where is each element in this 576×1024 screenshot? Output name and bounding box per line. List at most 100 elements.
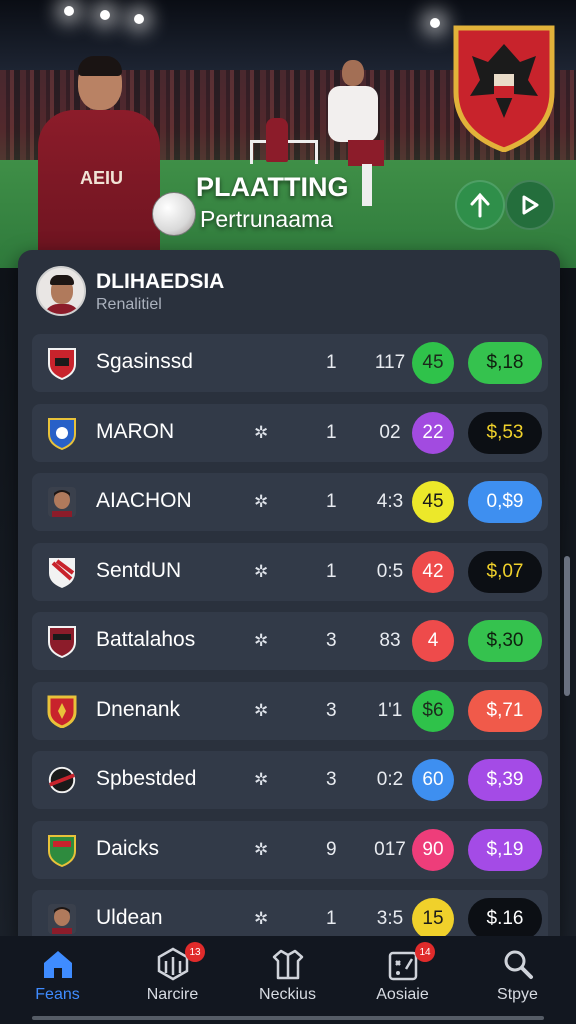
played-count: 1 [326,560,337,582]
home-indicator [32,1016,544,1020]
rating-circle: 15 [412,898,454,940]
team-name: Battalahos [96,628,196,651]
price-button[interactable]: $,18 [468,342,542,384]
floodlight [100,10,110,20]
player-face-icon [46,902,78,936]
panel-subtitle: Renalitiel [96,296,162,313]
star-marker: ✲ [254,561,269,581]
table-row[interactable]: AIACHON ✲ 1 4:3 45 0,$9 [32,473,548,531]
price-button[interactable]: $,39 [468,759,542,801]
rating-circle: 45 [412,481,454,523]
star-marker: ✲ [254,631,269,650]
nav-label: Aosiaie [376,986,429,1003]
table-row[interactable]: Sgasinssd 1 117 45 $,18 [32,334,548,392]
floodlight [64,6,74,16]
star-marker: ✲ [254,839,269,859]
star-marker: ✲ [254,700,269,720]
player-face-icon [46,485,78,519]
shield-white-icon [46,555,78,589]
floodlight [430,18,440,28]
featured-player: AEIU [32,56,162,260]
table-row[interactable]: Spbestded ✲ 3 0:2 60 $,39 [32,751,548,809]
nav-item-narcire[interactable]: 13 Narcire [115,936,230,1024]
rating-circle: 22 [412,411,454,454]
floodlight [134,14,144,24]
played-count: 1 [326,352,337,373]
football-icon [152,192,196,236]
nav-item-neckius[interactable]: Neckius [230,936,345,1024]
score-value: 017 [374,838,406,860]
played-count: 3 [326,630,337,651]
rating-circle: 4 [412,620,454,662]
star-marker: ✲ [254,909,269,928]
price-button[interactable]: $,71 [468,689,542,732]
nav-item-feans[interactable]: Feans [0,936,115,1024]
price-button[interactable]: 0,$9 [468,481,542,523]
played-count: 1 [326,908,337,929]
club-dark-icon [46,763,78,797]
table-row[interactable]: Dnenank ✲ 3 1'1 $6 $,71 [32,681,548,740]
price-button[interactable]: $,30 [468,620,542,662]
shield-maroon-icon [46,624,78,658]
arrow-up-icon [470,192,490,218]
nav-label: Neckius [259,986,316,1003]
nav-item-aosiaie[interactable]: 14 Aosiaie [345,936,460,1024]
played-count: 1 [326,491,337,512]
score-value: 4:3 [376,491,404,512]
nav-label: Feans [35,986,80,1003]
star-marker: ✲ [254,492,269,511]
rating-circle: 60 [412,759,454,801]
table-row[interactable]: SentdUN ✲ 1 0:5 42 $,07 [32,542,548,601]
price-button[interactable]: $,19 [468,828,542,871]
score-value: 02 [379,421,401,443]
score-value: 1'1 [377,699,403,721]
score-value: 83 [379,630,401,651]
bottom-nav: Feans 13 Narcire Neckius 14 Aosiaie Stpy… [0,936,576,1024]
notification-badge: 14 [415,942,435,962]
shield-gold-icon [46,694,78,728]
played-count: 3 [326,699,337,721]
star-marker: ✲ [254,770,269,789]
home-icon [40,946,76,982]
table-row[interactable]: Daicks ✲ 9 017 90 $,19 [32,820,548,879]
rating-circle: 45 [412,342,454,384]
chevron-right-icon [522,195,539,215]
score-value: 117 [374,352,406,373]
nav-item-stpye[interactable]: Stpye [460,936,575,1024]
score-value: 0:2 [376,769,404,790]
search-icon [500,946,536,982]
team-name: Spbestded [96,767,197,790]
score-value: 0:5 [376,560,404,582]
table-row[interactable]: Battalahos ✲ 3 83 4 $,30 [32,612,548,670]
table-row[interactable]: MARON ✲ 1 02 22 $,53 [32,403,548,462]
notification-badge: 13 [185,942,205,962]
rating-circle: 42 [412,550,454,593]
next-button[interactable] [505,180,555,230]
hero-banner: AEIU PLAATTING Pertrunaama [0,0,576,268]
team-name: MARON [96,419,175,443]
shield-blue-icon [46,416,78,450]
score-value: 3:5 [376,908,404,929]
team-name: Daicks [96,836,160,860]
shield-green-icon [46,833,78,867]
price-button[interactable]: $,53 [468,411,542,454]
price-button[interactable]: $,07 [468,550,542,593]
avatar[interactable] [36,266,86,316]
team-name: Uldean [96,906,163,929]
team-name: AIACHON [96,489,192,512]
played-count: 9 [326,838,337,860]
panel-header: DLIHAEDSIA Renalitiel [18,250,560,330]
scrollbar[interactable] [564,556,570,696]
price-button[interactable]: $.16 [468,898,542,940]
nav-label: Narcire [146,986,199,1003]
arrow-up-button[interactable] [455,180,505,230]
rating-circle: 90 [412,828,454,871]
standings-panel: DLIHAEDSIA Renalitiel Sgasinssd 1 117 45 $,1… [18,250,560,950]
team-name: Sgasinssd [96,350,193,373]
shirt-icon [270,946,306,982]
garuda-crest-icon [450,22,558,153]
team-name: SentdUN [96,558,182,582]
rating-circle: $6 [412,689,454,732]
played-count: 1 [326,421,337,443]
team-name: Dnenank [96,697,181,721]
